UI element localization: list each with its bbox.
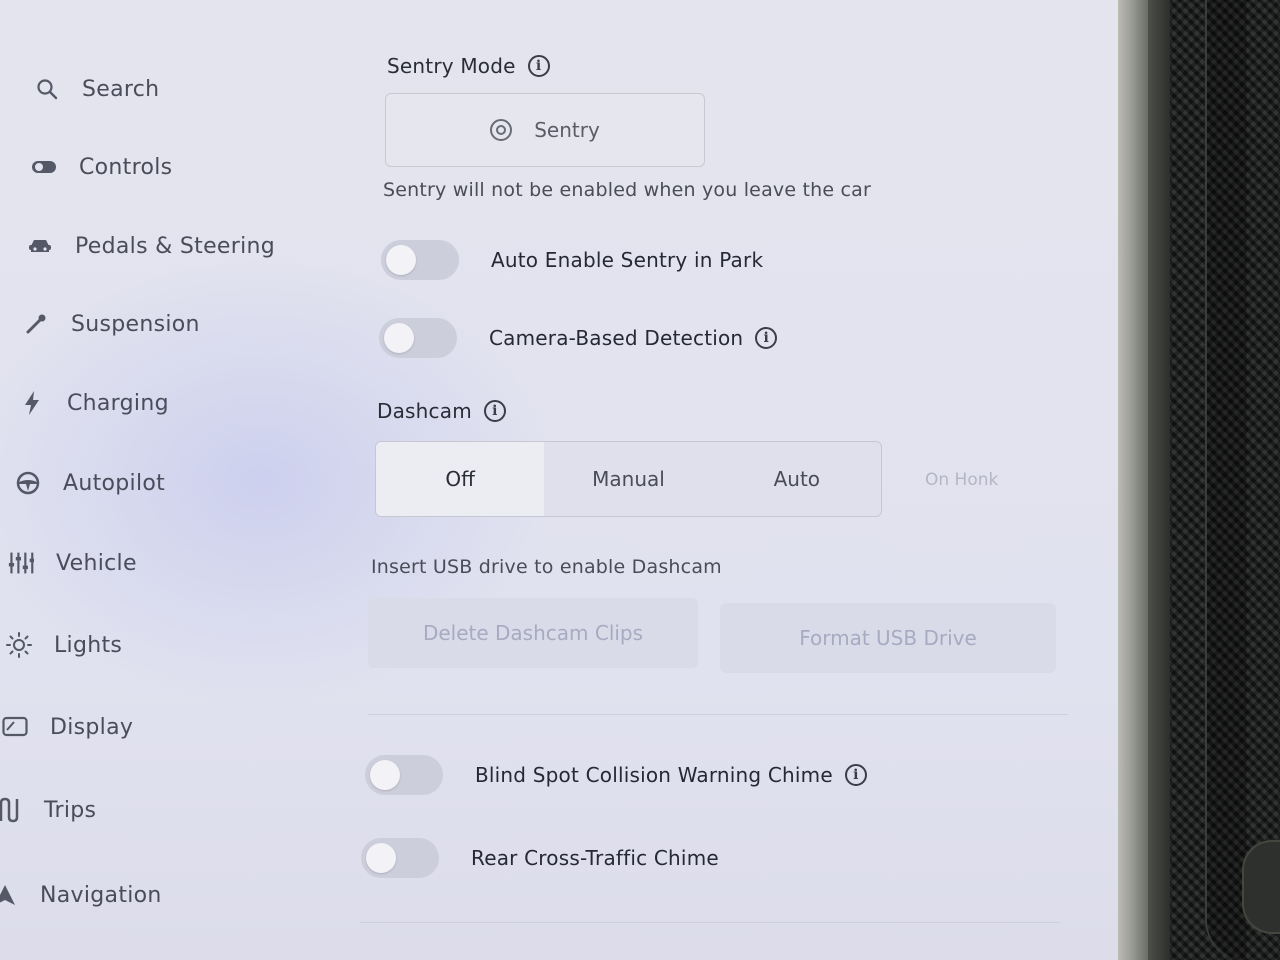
sentry-mode-title: Sentry Mode [387, 54, 516, 78]
sidebar-item-label: Display [50, 714, 134, 740]
navigation-icon [0, 882, 18, 908]
steering-wheel-icon [15, 470, 41, 496]
dashboard-trim [1205, 0, 1247, 960]
blind-spot-chime-row: Blind Spot Collision Warning Chime i [365, 755, 867, 795]
sidebar-item-pedals-steering[interactable]: Pedals & Steering [27, 233, 275, 259]
sentry-mode-heading: Sentry Mode i [387, 54, 550, 78]
sidebar-item-display[interactable]: Display [2, 714, 133, 740]
delete-dashcam-clips-button: Delete Dashcam Clips [368, 598, 698, 668]
sliders-icon [8, 550, 34, 576]
dashcam-option-manual[interactable]: Manual [544, 442, 712, 516]
sidebar-item-label: Search [82, 76, 160, 102]
settings-screen: Search Controls Pedals & Steering Suspen… [0, 0, 1118, 960]
dashcam-option-on-honk: On Honk [925, 470, 999, 490]
dashboard-control-knob [1242, 840, 1280, 934]
info-icon[interactable]: i [844, 764, 867, 786]
dashcam-mode-selector: Off Manual Auto [375, 441, 882, 517]
sidebar-item-lights[interactable]: Lights [6, 632, 122, 658]
auto-enable-sentry-toggle[interactable] [381, 240, 459, 280]
display-icon [2, 714, 28, 740]
sentry-note: Sentry will not be enabled when you leav… [383, 179, 872, 201]
dashcam-option-off[interactable]: Off [376, 442, 545, 516]
sidebar-item-charging[interactable]: Charging [19, 390, 169, 416]
sidebar-item-autopilot[interactable]: Autopilot [15, 470, 165, 496]
sentry-icon [490, 119, 513, 141]
trips-icon [0, 797, 22, 823]
sidebar-item-label: Pedals & Steering [75, 233, 276, 259]
rear-cross-chime-label: Rear Cross-Traffic Chime [471, 846, 719, 870]
dashcam-note: Insert USB drive to enable Dashcam [371, 556, 722, 578]
camera-detection-label: Camera-Based Detection [489, 326, 744, 350]
sidebar-item-controls[interactable]: Controls [31, 154, 172, 180]
sidebar-item-label: Autopilot [63, 470, 166, 496]
divider [368, 714, 1068, 715]
sidebar-item-label: Vehicle [56, 550, 137, 576]
search-icon [34, 76, 60, 102]
lightning-icon [19, 390, 45, 416]
sidebar-item-label: Trips [44, 797, 97, 823]
blind-spot-chime-label: Blind Spot Collision Warning Chime [475, 763, 833, 787]
info-icon[interactable]: i [483, 400, 506, 422]
info-icon[interactable]: i [527, 55, 550, 77]
sidebar-item-navigation[interactable]: Navigation [0, 882, 162, 908]
sidebar-item-label: Charging [67, 390, 169, 416]
info-icon[interactable]: i [755, 327, 778, 349]
sentry-button[interactable]: Sentry [385, 93, 705, 167]
dashcam-option-auto[interactable]: Auto [713, 442, 881, 516]
format-usb-drive-button: Format USB Drive [720, 603, 1056, 673]
sidebar-item-label: Navigation [40, 882, 162, 908]
dashcam-title: Dashcam [377, 399, 472, 423]
sidebar-item-vehicle[interactable]: Vehicle [8, 550, 137, 576]
sidebar-item-label: Controls [79, 154, 173, 180]
camera-detection-toggle[interactable] [379, 318, 457, 358]
dashcam-heading: Dashcam i [377, 399, 506, 423]
divider [360, 922, 1060, 923]
sidebar-item-label: Suspension [71, 311, 200, 337]
blind-spot-chime-toggle[interactable] [365, 755, 443, 795]
rear-cross-chime-toggle[interactable] [361, 838, 439, 878]
sentry-button-label: Sentry [534, 118, 600, 142]
toggle-icon [31, 154, 57, 180]
wrench-icon [23, 311, 49, 337]
car-icon [27, 233, 53, 259]
rear-cross-chime-row: Rear Cross-Traffic Chime [361, 838, 719, 878]
camera-detection-row: Camera-Based Detection i [379, 318, 778, 358]
sidebar-item-trips[interactable]: Trips [0, 797, 96, 823]
bezel-edge [1148, 0, 1170, 960]
auto-enable-sentry-row: Auto Enable Sentry in Park [381, 240, 763, 280]
screen-bezel [1118, 0, 1148, 960]
sidebar-item-label: Lights [54, 632, 123, 658]
sidebar-item-search[interactable]: Search [34, 76, 159, 102]
sidebar-item-suspension[interactable]: Suspension [23, 311, 200, 337]
sun-icon [6, 632, 32, 658]
auto-enable-sentry-label: Auto Enable Sentry in Park [491, 248, 764, 272]
